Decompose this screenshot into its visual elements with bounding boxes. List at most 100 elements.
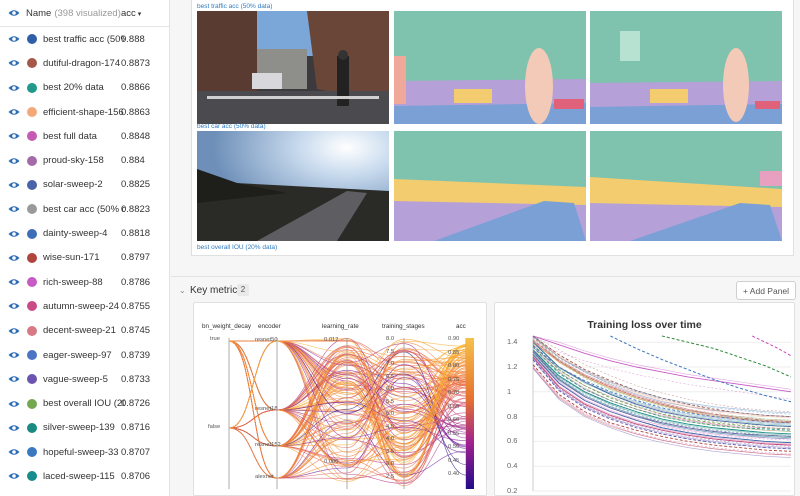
eye-icon[interactable] — [8, 108, 20, 116]
run-acc: 0.884 — [121, 155, 145, 167]
runs-table-header: Name (398 visualized) acc ▾ — [0, 0, 169, 27]
acc-column-label: acc — [121, 7, 136, 19]
eye-icon[interactable] — [8, 35, 20, 43]
eye-icon[interactable] — [8, 278, 20, 286]
panel-count-badge: 2 — [237, 284, 249, 296]
run-row[interactable]: best 20% data 0.8866 — [0, 76, 169, 100]
run-row[interactable]: dutiful-dragon-174 0.8873 — [0, 51, 169, 75]
collapse-chevron-icon[interactable]: ⌄ — [179, 286, 186, 295]
add-panel-button[interactable]: + Add Panel — [736, 281, 796, 300]
axis-tick-label: 0.75 — [448, 376, 460, 383]
run-acc: 0.8823 — [121, 203, 151, 215]
run-color-dot[interactable] — [27, 350, 37, 360]
eye-icon[interactable] — [8, 157, 20, 165]
run-row[interactable]: proud-sky-158 0.884 — [0, 148, 169, 172]
run-acc: 0.8818 — [121, 228, 151, 240]
eye-icon[interactable] — [8, 448, 20, 456]
run-name: best full data — [43, 130, 97, 142]
axis-tick-label: alexnet — [255, 474, 274, 480]
run-color-dot[interactable] — [27, 325, 37, 336]
run-color-dot[interactable] — [27, 422, 37, 433]
name-column-header[interactable]: Name — [26, 8, 51, 19]
run-name: best 20% data — [43, 82, 104, 94]
eye-icon[interactable] — [8, 351, 20, 359]
run-row[interactable]: solar-sweep-2 0.8825 — [0, 173, 169, 197]
run-acc: 0.8873 — [121, 57, 151, 69]
run-name: solar-sweep-2 — [43, 179, 103, 191]
run-row[interactable]: hopeful-sweep-33 0.8707 — [0, 440, 169, 464]
loss-run-line — [532, 346, 792, 425]
axis-label: training_stages — [382, 323, 425, 330]
run-row[interactable]: laced-sweep-115 0.8706 — [0, 464, 169, 488]
run-row[interactable]: best traffic acc (50% 0.888 — [0, 27, 169, 51]
eye-icon[interactable] — [8, 400, 20, 408]
run-row[interactable]: wise-sun-171 0.8797 — [0, 246, 169, 270]
axis-tick-label: 4.0 — [386, 436, 395, 442]
axis-tick-label: 0.40 — [448, 471, 460, 477]
run-name: hopeful-sweep-33 — [43, 446, 119, 458]
eye-icon[interactable] — [8, 84, 20, 92]
axis-tick-label: 0.000 — [324, 459, 339, 465]
eye-icon[interactable] — [8, 230, 20, 238]
run-row[interactable]: decent-sweep-21 0.8745 — [0, 319, 169, 343]
eye-icon[interactable] — [8, 59, 20, 67]
run-color-dot[interactable] — [27, 471, 37, 482]
road-photo — [197, 131, 389, 241]
run-acc: 0.8866 — [121, 82, 151, 94]
acc-sort-header[interactable]: acc ▾ — [121, 8, 141, 19]
media-caption: best traffic acc (50% data) — [197, 3, 273, 10]
run-row[interactable]: autumn-sweep-24 0.8755 — [0, 294, 169, 318]
run-color-dot[interactable] — [27, 228, 37, 239]
axis-tick-label: 5.0 — [386, 411, 395, 417]
training-loss-panel[interactable]: Training loss over time 1.4 1.2 1 0.8 0.6 0.4… — [494, 302, 795, 496]
run-color-dot[interactable] — [27, 374, 37, 385]
run-acc: 0.8739 — [121, 349, 151, 361]
eye-icon[interactable] — [8, 254, 20, 262]
eye-icon[interactable] — [8, 132, 20, 140]
run-row[interactable]: silver-sweep-139 0.8716 — [0, 416, 169, 440]
run-color-dot[interactable] — [27, 398, 37, 409]
axis-tick-label: resnet18 — [255, 406, 278, 412]
eye-icon[interactable] — [8, 9, 20, 17]
run-row[interactable]: eager-sweep-97 0.8739 — [0, 343, 169, 367]
run-row[interactable]: vague-sweep-5 0.8733 — [0, 367, 169, 391]
run-color-dot[interactable] — [27, 82, 37, 93]
run-color-dot[interactable] — [27, 131, 37, 142]
run-name: vague-sweep-5 — [43, 373, 108, 385]
run-color-dot[interactable] — [27, 155, 37, 166]
loss-run-line — [532, 341, 792, 424]
run-row[interactable]: best overall IOU (20(0.8726 — [0, 391, 169, 415]
run-name: best overall IOU (20( — [43, 398, 125, 410]
run-row[interactable]: dainty-sweep-4 0.8818 — [0, 221, 169, 245]
run-color-dot[interactable] — [27, 107, 37, 118]
run-row[interactable]: efficient-shape-156 0.8863 — [0, 100, 169, 124]
eye-icon[interactable] — [8, 375, 20, 383]
run-color-dot[interactable] — [27, 301, 37, 312]
run-color-dot[interactable] — [27, 179, 37, 190]
axis-tick-label: resnet50 — [255, 337, 278, 343]
run-color-dot[interactable] — [27, 58, 37, 69]
run-name: best car acc (50% da — [43, 203, 125, 215]
eye-icon[interactable] — [8, 181, 20, 189]
parallel-coordinates-plot — [228, 338, 474, 489]
run-name: silver-sweep-139 — [43, 422, 115, 434]
eye-icon[interactable] — [8, 205, 20, 213]
run-color-dot[interactable] — [27, 447, 37, 458]
run-row[interactable]: best full data 0.8848 — [0, 124, 169, 148]
eye-icon[interactable] — [8, 327, 20, 335]
run-color-dot[interactable] — [27, 277, 37, 288]
run-color-dot[interactable] — [27, 204, 37, 215]
run-acc: 0.8848 — [121, 130, 151, 142]
run-row[interactable]: best car acc (50% da 0.8823 — [0, 197, 169, 221]
run-color-dot[interactable] — [27, 34, 37, 45]
eye-icon[interactable] — [8, 302, 20, 310]
run-name: eager-sweep-97 — [43, 349, 112, 361]
run-color-dot[interactable] — [27, 252, 37, 263]
loss-series-line — [532, 341, 792, 424]
eye-icon[interactable] — [8, 472, 20, 480]
run-row[interactable]: rich-sweep-88 0.8786 — [0, 270, 169, 294]
parallel-coordinates-panel[interactable]: bn_weight_decay encoder learning_rate train… — [193, 302, 487, 496]
run-acc: 0.8716 — [121, 422, 151, 434]
axis-label: bn_weight_decay — [202, 323, 252, 330]
eye-icon[interactable] — [8, 424, 20, 432]
